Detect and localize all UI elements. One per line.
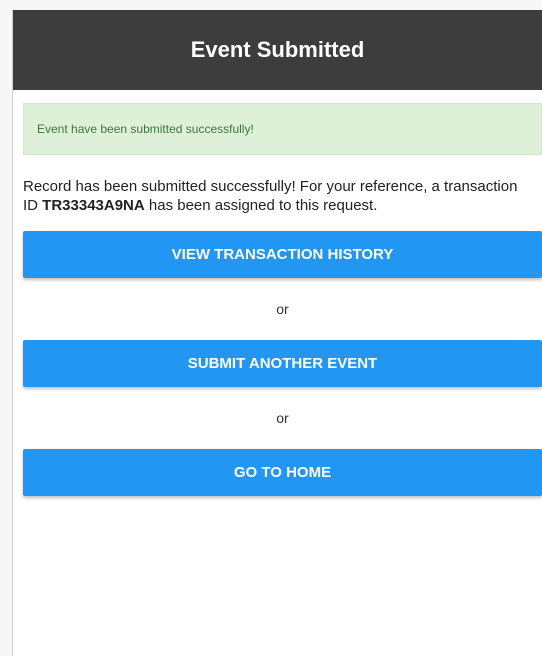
submit-another-event-button[interactable]: SUBMIT ANOTHER EVENT	[23, 340, 542, 387]
message-suffix: has been assigned to this request.	[144, 197, 378, 214]
success-alert: Event have been submitted successfully!	[23, 103, 542, 155]
or-separator: or	[276, 301, 289, 317]
confirmation-panel: Event Submitted Event have been submitte…	[12, 10, 542, 656]
confirmation-message: Record has been submitted successfully! …	[23, 177, 542, 215]
go-to-home-button[interactable]: GO TO HOME	[23, 449, 542, 496]
or-separator: or	[276, 410, 289, 426]
success-alert-text: Event have been submitted successfully!	[37, 122, 254, 136]
transaction-id: TR33343A9NA	[42, 197, 145, 214]
go-to-home-label: GO TO HOME	[233, 464, 332, 481]
submit-another-event-label: SUBMIT ANOTHER EVENT	[187, 355, 378, 372]
page-header: Event Submitted	[13, 10, 542, 90]
view-transaction-history-button[interactable]: VIEW TRANSACTION HISTORY	[23, 231, 542, 278]
page-title: Event Submitted	[190, 37, 365, 62]
content-area: Event have been submitted successfully! …	[13, 103, 542, 496]
view-transaction-history-label: VIEW TRANSACTION HISTORY	[171, 246, 394, 263]
